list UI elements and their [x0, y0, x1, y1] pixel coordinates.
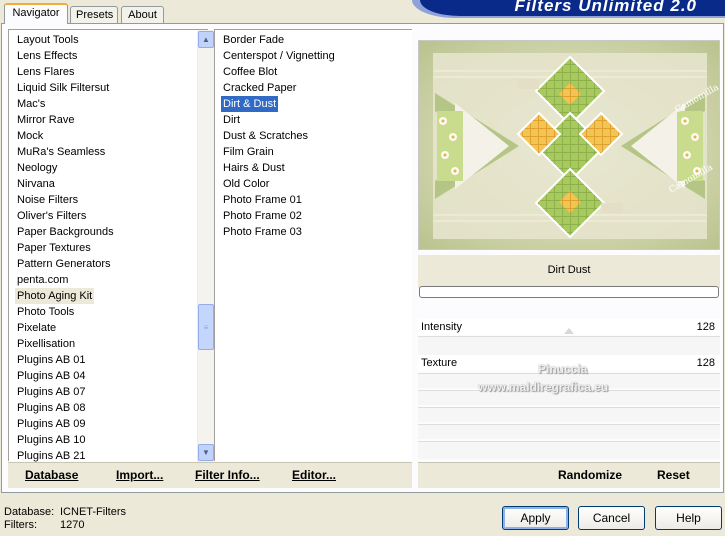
app-title: Filters Unlimited 2.0: [420, 0, 725, 16]
category-item[interactable]: Pattern Generators: [15, 256, 113, 272]
param-spacer: [418, 336, 720, 355]
category-item[interactable]: Liquid Silk Filtersut: [15, 80, 111, 96]
footer-filters-value: 1270: [60, 519, 85, 531]
category-item[interactable]: Plugins AB 09: [15, 416, 88, 432]
param-texture-value: 128: [696, 357, 715, 369]
filter-item[interactable]: Photo Frame 02: [221, 208, 304, 224]
filter-item[interactable]: Centerspot / Vignetting: [221, 48, 337, 64]
filter-item[interactable]: Dust & Scratches: [221, 128, 310, 144]
param-slot-3: [418, 373, 720, 388]
param-slot-6: [418, 424, 720, 439]
help-button[interactable]: Help: [655, 506, 722, 530]
category-item[interactable]: Nirvana: [15, 176, 57, 192]
category-item[interactable]: Pixellisation: [15, 336, 77, 352]
cancel-button[interactable]: Cancel: [578, 506, 645, 530]
database-link[interactable]: Database: [25, 468, 78, 482]
preview-filter-name: Dirt Dust: [547, 264, 591, 276]
category-item[interactable]: Paper Backgrounds: [15, 224, 116, 240]
intensity-slider-marker[interactable]: [564, 328, 574, 334]
category-list[interactable]: Layout Tools Lens Effects Lens Flares Liqui…: [8, 29, 214, 462]
filter-list[interactable]: Border Fade Centerspot / Vignetting Coffee…: [214, 29, 412, 461]
filter-info-link[interactable]: Filter Info...: [195, 468, 260, 482]
import-link[interactable]: Import...: [116, 468, 163, 482]
chevron-down-icon: ▼: [202, 448, 210, 457]
progress-bar: [419, 286, 719, 298]
param-texture[interactable]: Texture 128: [418, 355, 720, 371]
param-intensity-label: Intensity: [421, 321, 462, 333]
category-item[interactable]: Plugins AB 10: [15, 432, 88, 448]
filter-item[interactable]: Old Color: [221, 176, 271, 192]
filter-item[interactable]: Film Grain: [221, 144, 276, 160]
filter-item[interactable]: Border Fade: [221, 32, 286, 48]
apply-button[interactable]: Apply: [502, 506, 569, 530]
filter-item[interactable]: Cracked Paper: [221, 80, 298, 96]
filter-item[interactable]: Photo Frame 01: [221, 192, 304, 208]
category-item[interactable]: Mock: [15, 128, 45, 144]
editor-link[interactable]: Editor...: [292, 468, 336, 482]
tab-presets[interactable]: Presets: [70, 6, 118, 23]
tab-bar: Navigator Presets About: [0, 0, 420, 24]
navigator-actions: Database Import... Filter Info... Editor…: [8, 462, 412, 488]
filter-item[interactable]: Dirt: [221, 112, 242, 128]
category-scrollbar[interactable]: ▲ ≡ ▼: [197, 30, 214, 462]
category-item[interactable]: Plugins AB 08: [15, 400, 88, 416]
scroll-thumb[interactable]: ≡: [198, 304, 214, 350]
category-item[interactable]: Pixelate: [15, 320, 58, 336]
category-item[interactable]: Layout Tools: [15, 32, 81, 48]
chevron-up-icon: ▲: [202, 35, 210, 44]
preview-artwork: Camomilla Camomilla: [419, 41, 719, 249]
parameter-actions: Randomize Reset: [418, 462, 720, 488]
category-item[interactable]: Lens Effects: [15, 48, 79, 64]
filter-item[interactable]: Dirt & Dust: [221, 96, 279, 112]
footer-database-value: ICNET-Filters: [60, 506, 126, 518]
category-item[interactable]: Paper Textures: [15, 240, 93, 256]
param-slot-4: [418, 390, 720, 405]
category-item[interactable]: penta.com: [15, 272, 70, 288]
category-item[interactable]: Lens Flares: [15, 64, 76, 80]
filter-item[interactable]: Photo Frame 03: [221, 224, 304, 240]
tab-about[interactable]: About: [121, 6, 164, 23]
category-item[interactable]: Mirror Rave: [15, 112, 76, 128]
category-item[interactable]: Photo Aging Kit: [15, 288, 95, 304]
tab-navigator[interactable]: Navigator: [4, 3, 68, 24]
randomize-button[interactable]: Randomize: [558, 468, 622, 482]
param-texture-label: Texture: [421, 357, 458, 369]
category-item[interactable]: Plugins AB 01: [15, 352, 88, 368]
category-item[interactable]: Oliver's Filters: [15, 208, 88, 224]
scroll-down-button[interactable]: ▼: [198, 444, 214, 461]
category-item[interactable]: Noise Filters: [15, 192, 80, 208]
category-item[interactable]: Plugins AB 04: [15, 368, 88, 384]
category-item[interactable]: Photo Tools: [15, 304, 76, 320]
preview-image: Camomilla Camomilla: [418, 40, 720, 250]
navigator-panel: Layout Tools Lens Effects Lens Flares Liqui…: [1, 23, 724, 493]
category-item[interactable]: Mac's: [15, 96, 47, 112]
filter-item[interactable]: Hairs & Dust: [221, 160, 287, 176]
filter-item[interactable]: Coffee Blot: [221, 64, 279, 80]
param-intensity-value: 128: [696, 321, 715, 333]
footer-database-label: Database:: [4, 506, 55, 518]
param-slot-7: [418, 441, 720, 459]
scroll-up-button[interactable]: ▲: [198, 31, 214, 48]
grip-icon: ≡: [203, 322, 209, 332]
reset-button[interactable]: Reset: [657, 468, 690, 482]
param-slot-5: [418, 407, 720, 422]
category-item[interactable]: MuRa's Seamless: [15, 144, 107, 160]
footer-filters-label: Filters:: [4, 519, 37, 531]
category-item[interactable]: Plugins AB 07: [15, 384, 88, 400]
category-item[interactable]: Neology: [15, 160, 59, 176]
